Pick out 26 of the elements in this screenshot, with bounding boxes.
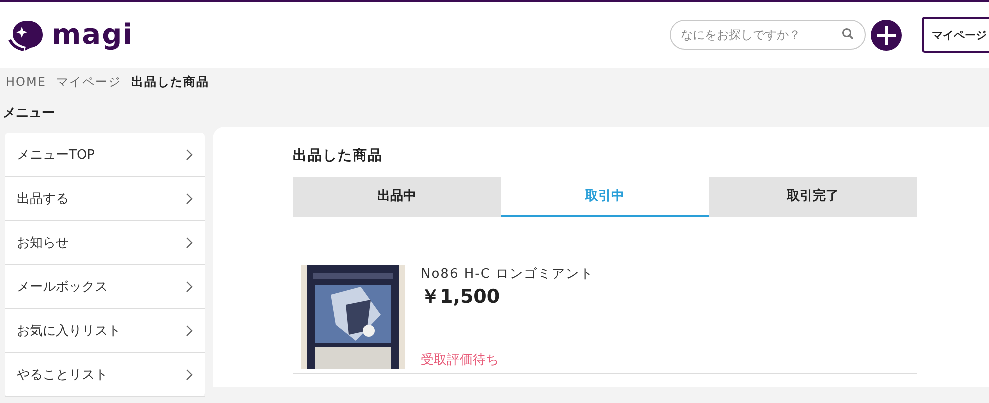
menu-heading: メニュー <box>3 105 56 123</box>
menu-item[interactable]: メニューTOP <box>5 133 205 177</box>
chevron-icon <box>186 192 193 204</box>
chevron-icon <box>186 148 193 160</box>
chevron-icon <box>186 236 193 248</box>
menu-item[interactable]: やることリスト <box>5 353 205 397</box>
chevron-icon <box>186 324 193 336</box>
menu-item[interactable]: メールボックス <box>5 265 205 309</box>
search-icon[interactable] <box>842 28 854 40</box>
logo-text[interactable]: magi <box>52 21 134 49</box>
product-price: ￥1,500 <box>421 285 502 310</box>
mypage-button[interactable]: マイページ <box>922 17 989 53</box>
add-icon[interactable] <box>871 20 902 50</box>
breadcrumb-link[interactable]: マイページ <box>56 74 122 90</box>
search-field[interactable]: なにをお探しですか？ <box>670 20 866 50</box>
menu-item[interactable]: 出品する <box>5 177 205 221</box>
chevron-icon <box>186 280 193 292</box>
tab[interactable]: 出品中 <box>293 177 501 217</box>
product-name[interactable]: No86 H-C ロンゴミアント <box>421 265 594 283</box>
menu-item[interactable]: お知らせ <box>5 221 205 265</box>
breadcrumb-link[interactable]: HOME <box>6 75 46 89</box>
page-title: 出品した商品 <box>293 147 384 165</box>
menu-item[interactable]: お気に入りリスト <box>5 309 205 353</box>
tab[interactable]: 取引完了 <box>709 177 917 217</box>
chevron-icon <box>186 368 193 380</box>
status-text: 受取評価待ち <box>421 352 500 369</box>
